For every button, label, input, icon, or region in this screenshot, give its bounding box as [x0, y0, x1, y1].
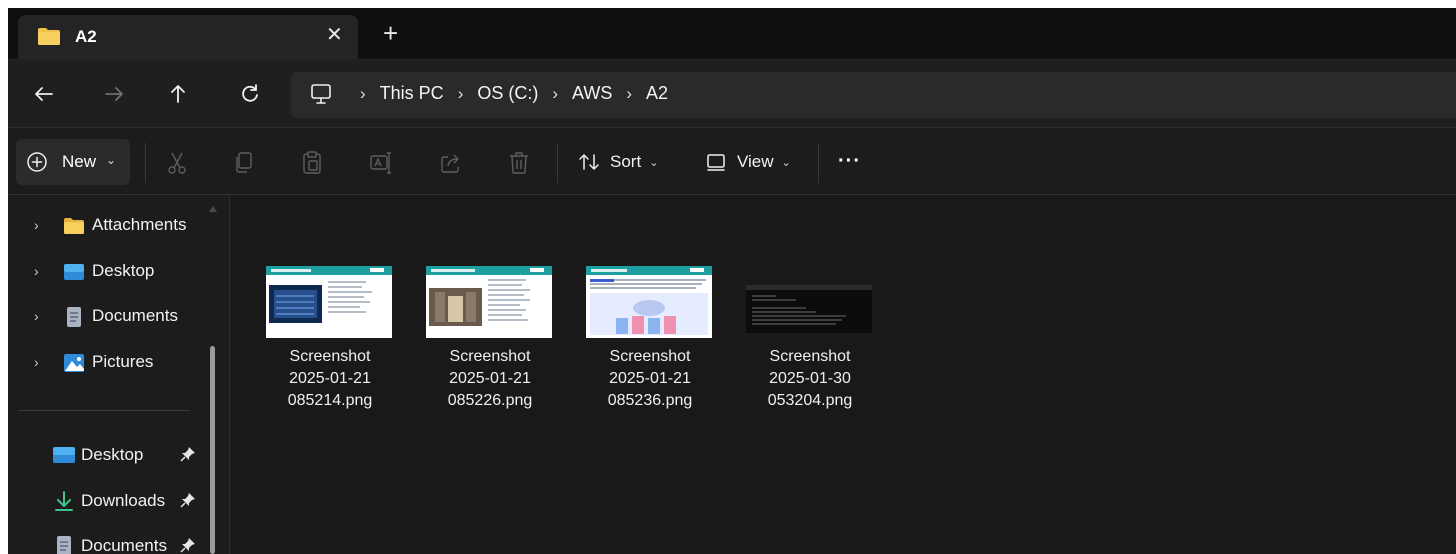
- file-item[interactable]: Screenshot 2025-01-21 085214.png: [252, 266, 392, 426]
- chevron-down-icon: ⌄: [649, 156, 659, 169]
- navigation-bar: › This PC › OS (C:) › AWS › A2: [8, 60, 1456, 128]
- sidebar-divider: [18, 410, 190, 411]
- pictures-icon: [64, 354, 84, 372]
- view-button[interactable]: View ⌄: [705, 147, 791, 177]
- file-item[interactable]: Screenshot 2025-01-21 085226.png: [412, 266, 552, 426]
- desktop-folder-icon: [64, 264, 84, 280]
- new-button-label: New: [62, 152, 97, 171]
- chevron-right-icon[interactable]: ›: [34, 308, 39, 324]
- paste-icon[interactable]: [300, 150, 324, 176]
- close-tab-icon[interactable]: ✕: [326, 23, 343, 47]
- copy-icon[interactable]: [232, 150, 256, 176]
- sort-button[interactable]: Sort ⌄: [578, 147, 658, 177]
- quick-access-label: Desktop: [81, 445, 144, 464]
- quick-access-label: Documents: [81, 536, 167, 554]
- breadcrumb-separator: ›: [360, 83, 366, 103]
- navigation-pane: › Attachments › Desktop › Documents › Pi…: [8, 196, 230, 554]
- breadcrumb-separator[interactable]: ›: [626, 84, 632, 104]
- pin-icon[interactable]: [180, 446, 196, 462]
- cut-icon[interactable]: [165, 150, 189, 176]
- breadcrumb-a2[interactable]: A2: [646, 83, 668, 104]
- command-bar: New ⌄ Sort ⌄ View ⌄ ···: [8, 129, 1456, 195]
- this-pc-icon: [311, 84, 331, 104]
- documents-icon: [67, 307, 81, 327]
- documents-icon: [57, 536, 71, 554]
- chevron-right-icon[interactable]: ›: [34, 263, 39, 279]
- sidebar-item-label: Pictures: [92, 352, 154, 371]
- file-name: Screenshot 2025-01-21 085226.png: [447, 348, 533, 409]
- file-name: Screenshot 2025-01-21 085236.png: [607, 348, 693, 409]
- file-item[interactable]: Screenshot 2025-01-21 085236.png: [572, 266, 712, 426]
- address-bar[interactable]: › This PC › OS (C:) › AWS › A2: [291, 72, 1456, 118]
- file-name: Screenshot 2025-01-30 053204.png: [767, 348, 853, 409]
- sidebar-scrollbar-thumb[interactable]: [210, 346, 215, 554]
- sidebar-item-desktop[interactable]: › Desktop: [8, 255, 208, 291]
- file-explorer-window: A2 ✕ + › This PC › OS (C:) › AWS › A2 Ne…: [8, 8, 1456, 554]
- folder-icon: [64, 218, 84, 234]
- view-layout-icon: [707, 154, 725, 171]
- breadcrumb-this-pc[interactable]: This PC: [380, 83, 444, 104]
- plus-circle-icon: [27, 152, 47, 172]
- file-name: Screenshot 2025-01-21 085214.png: [287, 348, 373, 409]
- folder-icon: [38, 28, 60, 45]
- scroll-up-arrow-icon[interactable]: [209, 206, 217, 212]
- sidebar-item-label: Desktop: [92, 261, 155, 280]
- chevron-right-icon[interactable]: ›: [34, 354, 39, 370]
- breadcrumb-separator[interactable]: ›: [552, 84, 558, 104]
- rename-icon[interactable]: [369, 150, 393, 176]
- breadcrumb-os-c[interactable]: OS (C:): [477, 83, 538, 104]
- share-icon[interactable]: [439, 150, 463, 176]
- pin-icon[interactable]: [180, 492, 196, 508]
- toolbar-divider: [557, 143, 558, 183]
- sidebar-item-pictures[interactable]: › Pictures: [8, 346, 208, 382]
- toolbar-divider: [818, 143, 819, 183]
- back-arrow-icon[interactable]: [30, 80, 58, 108]
- tab-a2[interactable]: A2 ✕: [18, 15, 358, 60]
- add-tab-icon[interactable]: +: [383, 20, 398, 46]
- tab-title: A2: [75, 27, 97, 46]
- quick-access-label: Downloads: [81, 491, 166, 510]
- more-options-button[interactable]: ···: [838, 151, 861, 171]
- download-icon: [55, 491, 73, 511]
- terminal-thumbnail: [746, 285, 872, 333]
- chevron-right-icon[interactable]: ›: [34, 217, 39, 233]
- tab-bar: A2 ✕ +: [8, 8, 1456, 60]
- file-list-pane: Screenshot 2025-01-21 085214.png Screens…: [231, 196, 1456, 554]
- sidebar-item-label: Attachments: [92, 215, 187, 234]
- refresh-icon[interactable]: [236, 80, 264, 108]
- quick-access-downloads[interactable]: Downloads: [8, 484, 218, 520]
- quick-access-documents[interactable]: Documents: [8, 529, 218, 554]
- sidebar-item-attachments[interactable]: › Attachments: [8, 209, 208, 245]
- chevron-down-icon: ⌄: [781, 156, 791, 169]
- toolbar-divider: [145, 143, 146, 183]
- sort-arrows-icon: [579, 154, 599, 170]
- quick-access-desktop[interactable]: Desktop: [8, 438, 218, 474]
- slide-thumbnail: [426, 266, 552, 338]
- forward-arrow-icon[interactable]: [100, 80, 128, 108]
- breadcrumb: › This PC › OS (C:) › AWS › A2: [346, 83, 668, 104]
- desktop-folder-icon: [53, 447, 75, 463]
- breadcrumb-separator[interactable]: ›: [458, 84, 464, 104]
- sort-label: Sort: [610, 152, 642, 171]
- up-arrow-icon[interactable]: [164, 80, 192, 108]
- new-button[interactable]: New ⌄: [16, 139, 130, 185]
- view-label: View: [737, 152, 774, 171]
- breadcrumb-aws[interactable]: AWS: [572, 83, 612, 104]
- sidebar-item-documents[interactable]: › Documents: [8, 300, 208, 336]
- slide-thumbnail: [586, 266, 712, 338]
- delete-icon[interactable]: [507, 150, 531, 176]
- file-item[interactable]: Screenshot 2025-01-30 053204.png: [732, 266, 872, 426]
- pin-icon[interactable]: [180, 537, 196, 553]
- slide-thumbnail: [266, 266, 392, 338]
- sidebar-item-label: Documents: [92, 306, 178, 325]
- chevron-down-icon: ⌄: [106, 153, 117, 167]
